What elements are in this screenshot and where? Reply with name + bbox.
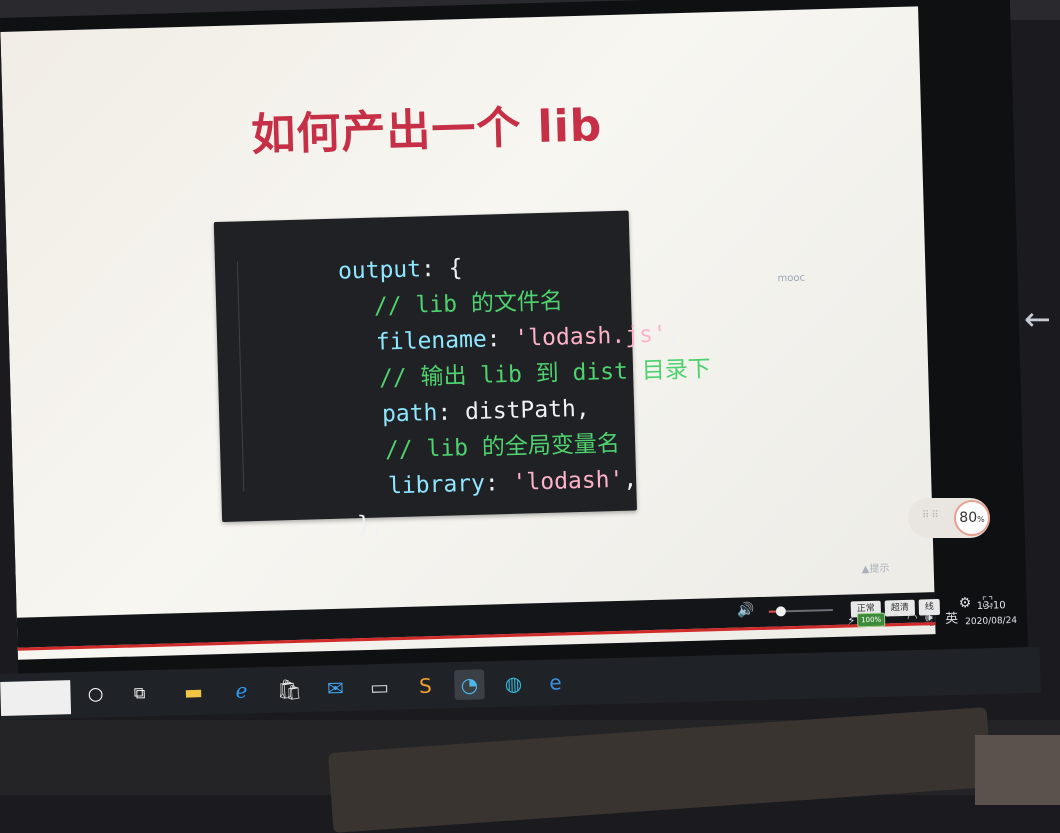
internet-explorer-icon[interactable]: e: [540, 667, 571, 698]
sync-app-icon[interactable]: ◍: [498, 668, 529, 699]
notification-icon[interactable]: 🗨: [1025, 603, 1029, 619]
speed-badge[interactable]: 80%: [954, 500, 990, 536]
clock-time[interactable]: 13:10: [977, 600, 1006, 612]
wifi-icon[interactable]: ◠: [907, 611, 918, 625]
cortana-icon[interactable]: ○: [80, 679, 111, 710]
volume-slider[interactable]: [768, 606, 833, 617]
speed-dots-icon: ⠿⠿: [922, 510, 941, 521]
battery-indicator[interactable]: 100%: [856, 612, 886, 628]
clock-date[interactable]: 2020/08/24: [965, 616, 1017, 627]
ime-indicator[interactable]: 英: [945, 607, 958, 626]
player-hint: ▲提示: [861, 563, 890, 576]
video-player-icon[interactable]: ◔: [454, 669, 485, 701]
volume-icon[interactable]: 🔊: [737, 602, 755, 618]
code-key: library: [387, 470, 486, 500]
code-line: },: [245, 479, 386, 573]
slide-title: 如何产出一个 lib: [250, 100, 603, 162]
speed-value: 80: [959, 510, 978, 526]
power-plug-icon[interactable]: ⚡: [847, 613, 856, 627]
edge-browser-icon[interactable]: ℯ: [226, 675, 257, 706]
store-icon[interactable]: 🛍: [274, 674, 305, 705]
watermark: mooc: [777, 272, 806, 285]
playback-speed-widget[interactable]: ⠿⠿ 80%: [908, 498, 990, 538]
file-explorer-icon[interactable]: ▬: [178, 677, 209, 708]
volume-slider-knob[interactable]: [775, 606, 786, 617]
code-string: 'lodash': [512, 466, 624, 496]
system-tray: ⚡ 100% ⌃ ◠ 🕪 英 13:10 2020/08/24 🗨: [847, 599, 1029, 644]
code-punc: ,: [622, 466, 638, 493]
code-punc: :: [484, 469, 513, 497]
speaker-icon[interactable]: 🕪: [925, 610, 933, 625]
task-view-icon[interactable]: ⧉: [124, 678, 155, 709]
back-arrow-icon[interactable]: ←: [1024, 300, 1051, 338]
taskbar-search-box[interactable]: [0, 680, 72, 716]
code-punc: },: [356, 511, 386, 539]
code-block: output: { // lib 的文件名 filename: 'lodash.…: [213, 210, 711, 538]
course-slide: 如何产出一个 lib mooc output: { // lib 的文件名 fi…: [0, 6, 936, 660]
monitor-screen: 如何产出一个 lib mooc output: { // lib 的文件名 fi…: [0, 0, 1030, 718]
tray-expand-icon[interactable]: ⌃: [891, 611, 901, 625]
window-app-icon[interactable]: ▭: [364, 672, 395, 703]
mail-icon[interactable]: ✉: [320, 673, 351, 704]
sublime-text-icon[interactable]: S: [410, 670, 441, 701]
speed-unit: %: [977, 515, 985, 524]
